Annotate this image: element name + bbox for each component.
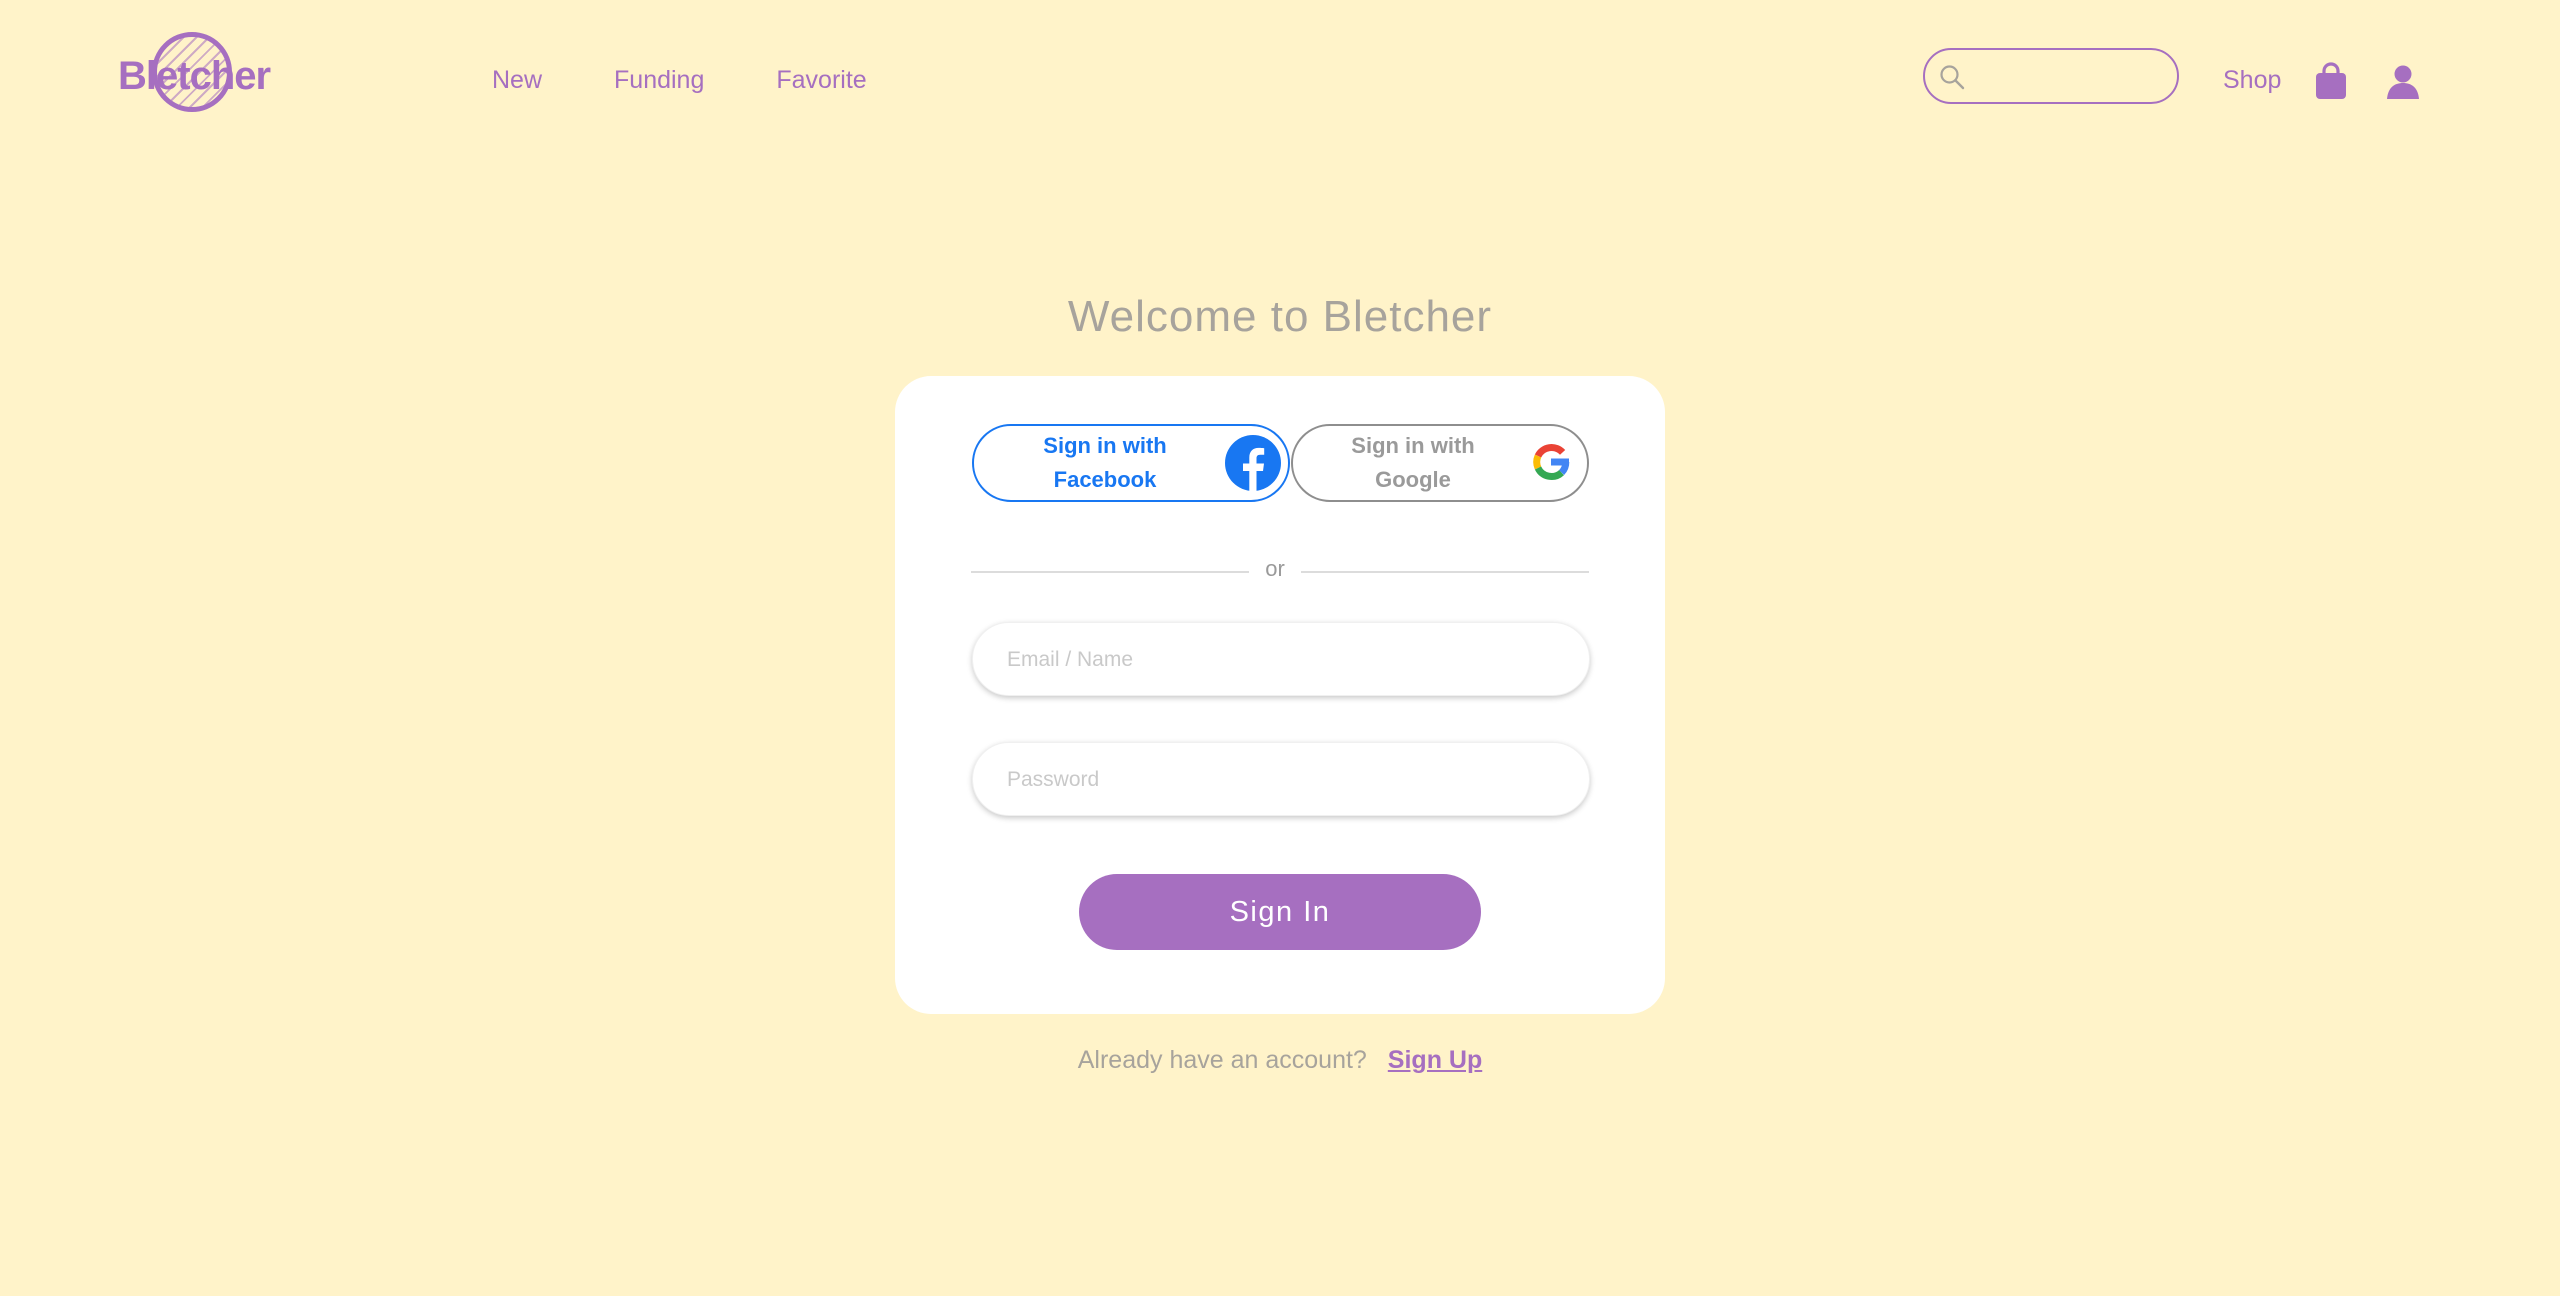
shop-link[interactable]: Shop — [2223, 66, 2281, 95]
signup-prompt: Already have an account? Sign Up — [0, 1046, 2560, 1075]
email-input[interactable] — [1005, 623, 1569, 697]
sign-up-link[interactable]: Sign Up — [1388, 1046, 1482, 1074]
or-divider: or — [971, 556, 1589, 586]
signup-question: Already have an account? — [1077, 1046, 1367, 1074]
user-icon[interactable] — [2386, 64, 2420, 100]
logo[interactable]: Bletcher — [116, 28, 276, 124]
google-signin-label: Sign in with Google — [1351, 433, 1475, 492]
shopping-bag-icon[interactable] — [2314, 62, 2348, 100]
google-signin-button[interactable]: Sign in with Google — [1291, 424, 1589, 502]
divider-line — [1301, 571, 1589, 573]
facebook-signin-button[interactable]: Sign in with Facebook — [972, 424, 1290, 502]
facebook-icon — [1225, 435, 1281, 491]
divider-line — [971, 571, 1249, 573]
password-input[interactable] — [1005, 743, 1569, 817]
nav-funding[interactable]: Funding — [614, 66, 704, 95]
search-box — [1923, 48, 2179, 104]
nav-favorite[interactable]: Favorite — [776, 66, 866, 95]
divider-text: or — [1265, 556, 1285, 581]
logo-text: Bletcher — [118, 54, 271, 98]
password-field — [972, 742, 1590, 817]
page-title: Welcome to Bletcher — [1067, 292, 1493, 341]
google-icon — [1533, 444, 1570, 480]
search-input[interactable] — [1973, 58, 2167, 96]
sign-in-button[interactable]: Sign In — [1079, 874, 1481, 950]
nav-new[interactable]: New — [492, 66, 542, 95]
facebook-signin-label: Sign in with Facebook — [1043, 433, 1167, 492]
main-nav: New Funding Favorite — [492, 66, 867, 95]
search-icon — [1940, 65, 1965, 90]
signin-card: Sign in with Facebook Sign in with Googl… — [895, 376, 1665, 1014]
email-field — [972, 622, 1590, 697]
